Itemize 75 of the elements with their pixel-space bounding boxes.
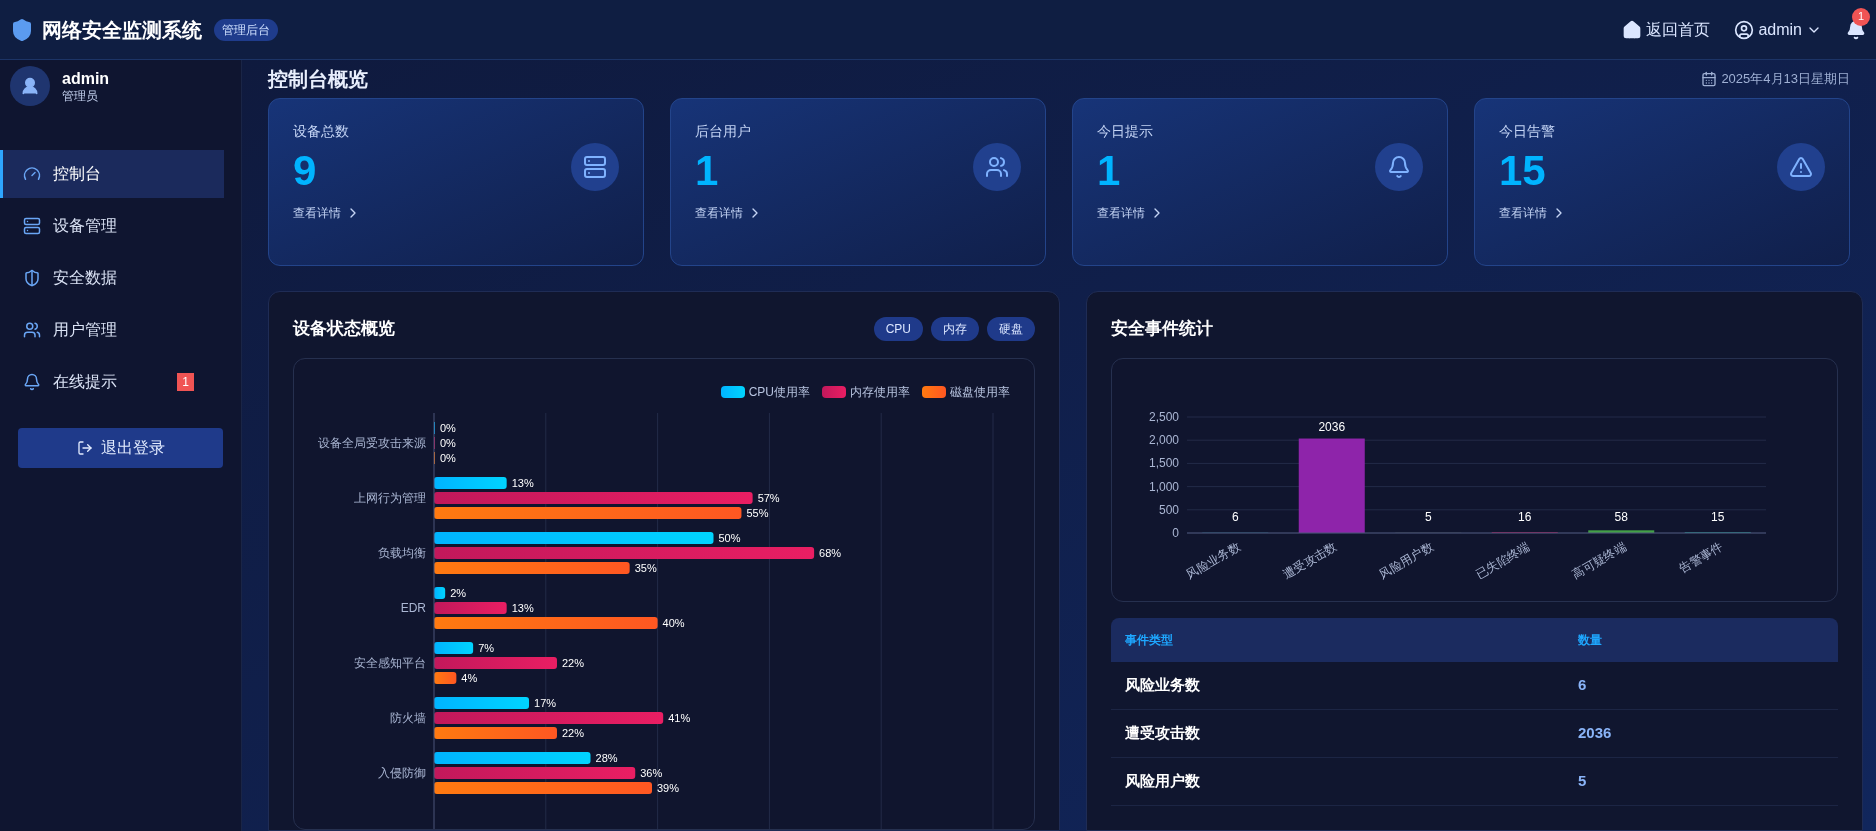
table-cell-text: 2036 — [1578, 722, 1612, 743]
bar-value-label: 16 — [1518, 509, 1532, 524]
y-tick-label: 0 — [1172, 525, 1179, 540]
app-title: 网络安全监测系统 — [42, 17, 202, 43]
legend-label: 磁盘使用率 — [950, 383, 1010, 401]
admin-tag: 管理后台 — [214, 18, 278, 41]
category-label: 设备全局受攻击来源 — [318, 435, 426, 450]
stat-label: 设备总数 — [293, 122, 350, 141]
column-header: 事件类型 — [1125, 631, 1174, 649]
bar-value-label: 13% — [511, 476, 534, 489]
user-name: admin — [62, 68, 110, 89]
stat-value: 1 — [695, 148, 720, 195]
legend-label: CPU使用率 — [748, 383, 810, 401]
legend-label: 内存使用率 — [850, 383, 910, 401]
bar-value-label: 7% — [478, 641, 495, 654]
category-label: 入侵防御 — [378, 765, 426, 780]
panel-title: 设备状态概览 — [293, 318, 395, 340]
bar-value-label: 0% — [440, 421, 456, 434]
category-label: 负载均衡 — [378, 545, 426, 560]
bar-value-label: 55% — [746, 506, 769, 519]
category-label: 风险用户数 — [1376, 538, 1436, 582]
stat-label: 今日提示 — [1097, 122, 1154, 141]
panel-title: 安全事件统计 — [1111, 318, 1214, 340]
y-tick-label: 1,500 — [1148, 455, 1179, 470]
bar-value-label: 35% — [634, 561, 657, 574]
bar-value-label: 58 — [1614, 509, 1628, 524]
table-cell-text: 5 — [1578, 770, 1587, 791]
bar-value-label: 68% — [819, 546, 842, 559]
category-label: 安全感知平台 — [354, 655, 426, 670]
bar-value-label: 2036 — [1318, 419, 1346, 434]
category-label: 防火墙 — [390, 710, 426, 725]
bar-value-label: 41% — [668, 711, 691, 724]
category-label: 上网行为管理 — [354, 490, 426, 505]
column-header: 数量 — [1578, 631, 1602, 649]
bar-value-label: 17% — [534, 696, 557, 709]
table-cell-text: 风险用户数 — [1125, 770, 1201, 791]
bar-value-label: 36% — [640, 766, 663, 779]
category-label: 已失陷终端 — [1473, 538, 1533, 582]
stat-value: 1 — [1097, 148, 1122, 195]
y-tick-label: 2,000 — [1148, 432, 1179, 447]
stat-value: 9 — [293, 148, 318, 195]
bar-value-label: 22% — [562, 726, 584, 739]
bar-value-label: 50% — [718, 531, 741, 544]
bar-value-label: 6 — [1231, 509, 1239, 524]
y-tick-label: 1,000 — [1148, 479, 1179, 494]
y-tick-label: 2,500 — [1148, 409, 1179, 424]
category-label: EDR — [400, 600, 426, 615]
bar-value-label: 15 — [1711, 509, 1725, 524]
stat-label: 后台用户 — [695, 122, 752, 141]
page-title: 控制台概览 — [268, 67, 368, 92]
bar-value-label: 0% — [440, 451, 456, 464]
notification-count: 1 — [1852, 7, 1870, 26]
table-cell-text: 遭受攻击数 — [1125, 722, 1201, 743]
y-tick-label: 500 — [1158, 502, 1179, 517]
bar-value-label: 57% — [757, 491, 780, 504]
current-date: 2025年4月13日星期日 — [1721, 70, 1850, 89]
stat-label: 今日告警 — [1499, 122, 1556, 141]
bar-value-label: 2% — [450, 586, 467, 599]
notification-badge: 1 — [177, 373, 194, 391]
bar-value-label: 22% — [562, 656, 584, 669]
category-label: 高可疑终端 — [1569, 538, 1629, 582]
table-cell-text: 风险业务数 — [1125, 674, 1201, 695]
table-cell-text: 6 — [1578, 674, 1587, 695]
bar-value-label: 13% — [511, 601, 534, 614]
bar-value-label: 4% — [461, 671, 478, 684]
bar-value-label: 28% — [595, 751, 618, 764]
bar-value-label: 39% — [657, 781, 680, 794]
user-role: 管理员 — [62, 88, 99, 104]
stat-value: 15 — [1499, 148, 1547, 195]
category-label: 遭受攻击数 — [1280, 538, 1340, 582]
bar-value-label: 0% — [440, 436, 456, 449]
category-label: 告警事件 — [1676, 538, 1726, 576]
bar-value-label: 40% — [662, 616, 685, 629]
category-label: 风险业务数 — [1183, 538, 1243, 582]
bar-value-label: 5 — [1424, 509, 1432, 524]
